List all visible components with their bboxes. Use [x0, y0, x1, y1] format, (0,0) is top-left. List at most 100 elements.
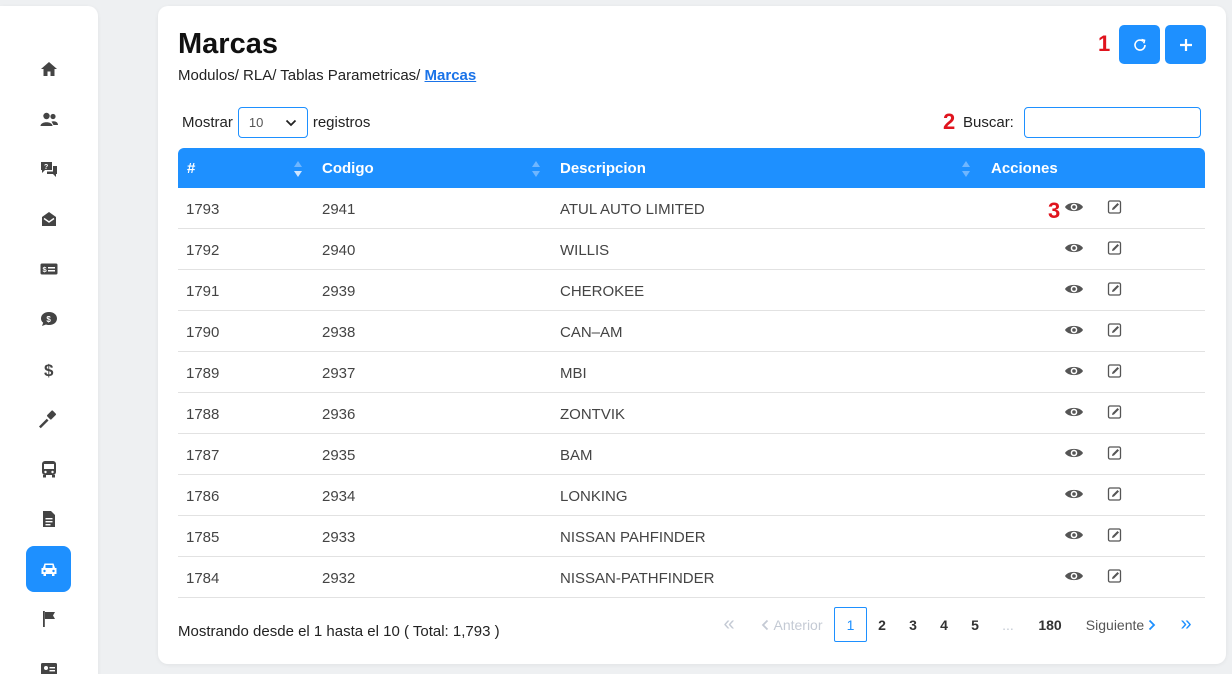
- edit-icon[interactable]: [1107, 240, 1123, 256]
- id-card-icon: [40, 663, 57, 674]
- view-icon[interactable]: [1064, 404, 1084, 420]
- sidebar-item-home[interactable]: [26, 46, 71, 92]
- view-icon[interactable]: [1064, 199, 1084, 215]
- table-row: 1790 2938 CAN–AM: [178, 311, 1205, 352]
- chevron-down-icon: [285, 119, 296, 126]
- view-icon[interactable]: [1064, 363, 1084, 379]
- page-size-value: 10: [248, 115, 264, 130]
- chevron-left-icon: [762, 619, 769, 630]
- cell-descripcion: CHEROKEE: [560, 283, 645, 300]
- page-180-button[interactable]: 180: [1034, 607, 1066, 642]
- edit-icon[interactable]: [1107, 199, 1123, 215]
- table-row: 1789 2937 MBI: [178, 352, 1205, 393]
- sidebar-item-flags[interactable]: [26, 596, 71, 642]
- sidebar-item-payments[interactable]: $: [26, 246, 71, 292]
- car-icon: [41, 563, 56, 576]
- refresh-icon: [1133, 38, 1146, 51]
- column-header-descripcion[interactable]: Descripcion: [560, 160, 646, 177]
- edit-icon[interactable]: [1107, 281, 1123, 297]
- add-button[interactable]: [1165, 25, 1206, 64]
- refresh-button[interactable]: [1119, 25, 1160, 64]
- sidebar-item-ids[interactable]: [26, 646, 71, 674]
- document-icon: [42, 511, 55, 527]
- flag-icon: [42, 611, 55, 627]
- search-input[interactable]: [1024, 107, 1201, 138]
- cell-id: 1787: [186, 447, 220, 464]
- cell-codigo: 2933: [322, 529, 356, 546]
- page-5-button[interactable]: 5: [965, 607, 985, 642]
- cell-codigo: 2934: [322, 488, 356, 505]
- edit-icon[interactable]: [1107, 445, 1123, 461]
- cell-descripcion: NISSAN-PATHFINDER: [560, 570, 715, 587]
- money-card-icon: $: [40, 263, 57, 275]
- svg-text:$: $: [46, 315, 51, 324]
- pagination-info: Mostrando desde el 1 hasta el 10 ( Total…: [178, 623, 500, 640]
- cell-descripcion: NISSAN PAHFINDER: [560, 529, 706, 546]
- view-icon[interactable]: [1064, 322, 1084, 338]
- page-2-button[interactable]: 2: [872, 607, 892, 642]
- users-icon: [40, 112, 58, 126]
- sidebar-item-transport[interactable]: [26, 446, 71, 492]
- page-title: Marcas: [178, 28, 278, 60]
- mail-box-icon: [41, 212, 56, 226]
- next-label: Siguiente: [1085, 616, 1145, 633]
- cell-id: 1785: [186, 529, 220, 546]
- edit-icon[interactable]: [1107, 527, 1123, 543]
- page-4-button[interactable]: 4: [934, 607, 954, 642]
- edit-icon[interactable]: [1107, 404, 1123, 420]
- column-header-codigo[interactable]: Codigo: [322, 160, 374, 177]
- pagination-ellipsis: ...: [1002, 616, 1014, 633]
- svg-text:$: $: [44, 361, 54, 379]
- breadcrumb-current[interactable]: Marcas: [425, 67, 477, 84]
- first-page-button[interactable]: «: [717, 607, 741, 642]
- cell-codigo: 2936: [322, 406, 356, 423]
- cell-codigo: 2937: [322, 365, 356, 382]
- chevron-right-icon: [1149, 619, 1156, 630]
- cell-codigo: 2939: [322, 283, 356, 300]
- cell-codigo: 2941: [322, 201, 356, 218]
- page-3-button[interactable]: 3: [903, 607, 923, 642]
- cell-id: 1789: [186, 365, 220, 382]
- sidebar-item-legal[interactable]: [26, 396, 71, 442]
- cell-id: 1793: [186, 201, 220, 218]
- table-row: 1787 2935 BAM: [178, 434, 1205, 475]
- view-icon[interactable]: [1064, 527, 1084, 543]
- table-row: 1793 2941 ATUL AUTO LIMITED: [178, 188, 1205, 229]
- sort-icon[interactable]: [960, 160, 972, 178]
- last-page-button[interactable]: »: [1174, 607, 1198, 642]
- main-card: Marcas Modulos/ RLA/ Tablas Parametricas…: [158, 6, 1226, 664]
- sidebar-item-inbox[interactable]: [26, 196, 71, 242]
- sidebar-item-finance[interactable]: $: [26, 346, 71, 392]
- table-body: 1793 2941 ATUL AUTO LIMITED 1792 2940 WI…: [178, 188, 1205, 598]
- sort-desc-icon[interactable]: [292, 160, 304, 178]
- page-length-control: Mostrar 10 registros: [182, 107, 370, 138]
- view-icon[interactable]: [1064, 445, 1084, 461]
- sidebar: ? $ $ $: [0, 6, 98, 674]
- edit-icon[interactable]: [1107, 363, 1123, 379]
- cell-descripcion: LONKING: [560, 488, 628, 505]
- edit-icon[interactable]: [1107, 322, 1123, 338]
- edit-icon[interactable]: [1107, 568, 1123, 584]
- next-page-button[interactable]: Siguiente: [1084, 607, 1158, 642]
- plus-icon: [1179, 38, 1192, 51]
- column-header-id[interactable]: #: [187, 160, 195, 177]
- sidebar-item-billing[interactable]: $: [26, 296, 71, 342]
- view-icon[interactable]: [1064, 240, 1084, 256]
- table-row: 1784 2932 NISSAN-PATHFINDER: [178, 557, 1205, 598]
- cell-descripcion: WILLIS: [560, 242, 610, 259]
- sidebar-item-questions[interactable]: ?: [26, 146, 71, 192]
- sidebar-item-users[interactable]: [26, 96, 71, 142]
- sidebar-item-documents[interactable]: [26, 496, 71, 542]
- prev-page-button[interactable]: Anterior: [757, 607, 827, 642]
- sort-icon[interactable]: [530, 160, 542, 178]
- table-header: # Codigo Descripcion Acciones: [178, 148, 1205, 188]
- sidebar-item-vehicles[interactable]: [26, 546, 71, 592]
- edit-icon[interactable]: [1107, 486, 1123, 502]
- page-size-select[interactable]: 10: [237, 107, 308, 138]
- view-icon[interactable]: [1064, 486, 1084, 502]
- view-icon[interactable]: [1064, 281, 1084, 297]
- cell-codigo: 2932: [322, 570, 356, 587]
- page-1-button[interactable]: 1: [834, 607, 867, 642]
- cell-id: 1790: [186, 324, 220, 341]
- view-icon[interactable]: [1064, 568, 1084, 584]
